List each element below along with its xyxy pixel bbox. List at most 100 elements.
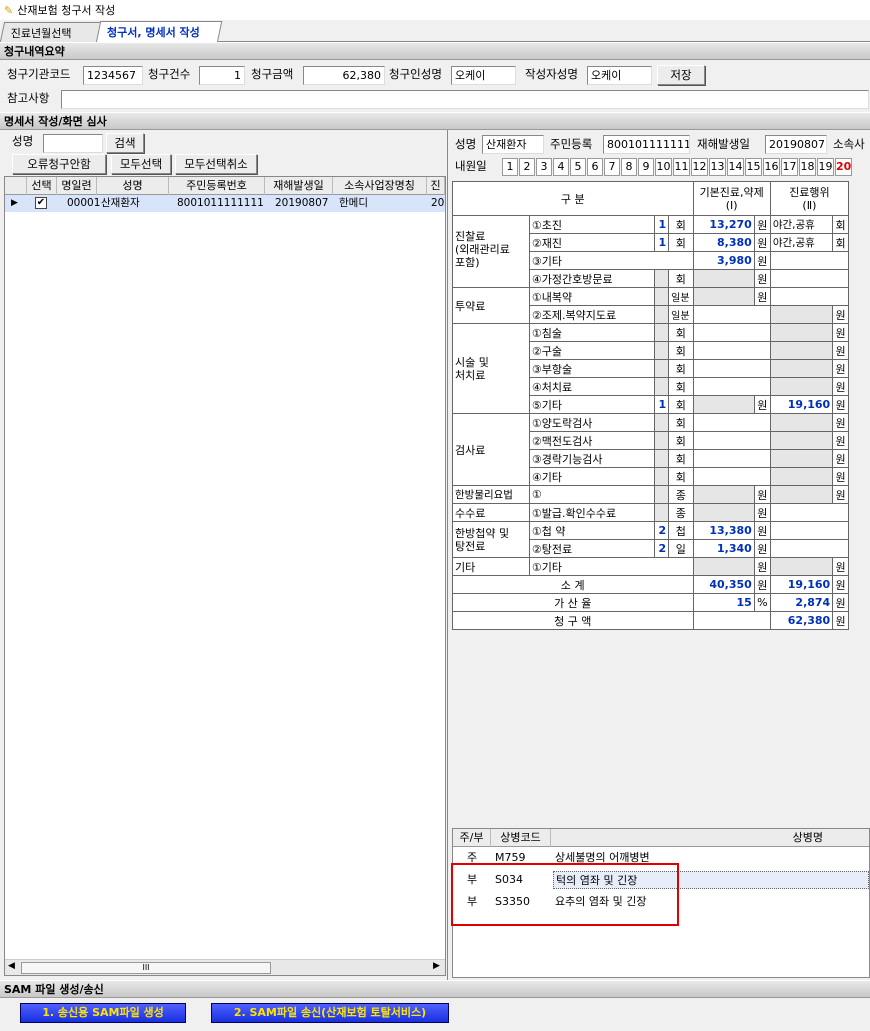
visit-day-tab[interactable]: 17 xyxy=(781,158,798,176)
sam-header: SAM 파일 생성/송신 xyxy=(0,980,870,998)
col-code[interactable]: 상병코드 xyxy=(491,829,551,847)
left-name-label: 성명 xyxy=(12,134,34,148)
visit-day-tab[interactable]: 18 xyxy=(799,158,816,176)
col-select[interactable]: 선택 xyxy=(27,177,57,195)
patient-grid: 선택 명일련 성명 주민등록번호 재해발생일 소속사업장명칭 진 ▶ ✔ 000… xyxy=(4,176,446,976)
writer-label: 작성자성명 xyxy=(525,67,578,81)
visit-day-tab[interactable]: 16 xyxy=(763,158,780,176)
visit-day-tab[interactable]: 10 xyxy=(655,158,672,176)
visit-day-tab[interactable]: 4 xyxy=(553,158,569,176)
val-jaejin[interactable]: 8,380 xyxy=(692,233,755,252)
hdr-act: 진료행위 (Ⅱ) xyxy=(769,181,850,216)
right-date-field[interactable]: 20190807 xyxy=(765,135,827,154)
col-extra[interactable]: 진 xyxy=(427,177,445,195)
visit-day-tab[interactable]: 15 xyxy=(745,158,762,176)
window-titlebar: ✎ 산재보험 청구서 작성 xyxy=(0,0,870,20)
visit-day-tab[interactable]: 8 xyxy=(621,158,637,176)
patient-row[interactable]: ▶ ✔ 00001 산재환자 8001011111111 20190807 한메… xyxy=(5,195,445,212)
select-all-button[interactable]: 모두선택 xyxy=(111,154,171,174)
visit-day-tab[interactable]: 1 xyxy=(502,158,518,176)
tab-claim-write[interactable]: 청구서, 명세서 작성 xyxy=(95,21,223,43)
val-subtotal1: 40,350 xyxy=(692,575,755,594)
row-pointer-icon: ▶ xyxy=(11,198,18,208)
horizontal-scrollbar[interactable]: ◀ III ▶ xyxy=(5,959,445,975)
col-company[interactable]: 소속사업장명칭 xyxy=(333,177,427,195)
grp-geomsa: 검사료 xyxy=(452,413,530,486)
visit-days-label: 내원일 xyxy=(455,159,487,173)
visit-day-tab[interactable]: 7 xyxy=(604,158,620,176)
no-error-claim-button[interactable]: 오류청구안함 xyxy=(12,154,106,174)
highlight-box xyxy=(451,863,679,926)
visit-day-tab[interactable]: 6 xyxy=(587,158,603,176)
visit-day-tab[interactable]: 20 xyxy=(835,158,852,176)
scroll-thumb[interactable]: III xyxy=(21,962,271,974)
val-gasan: 2,874 xyxy=(769,593,834,612)
hdr-category: 구 분 xyxy=(452,181,694,216)
inst-code-label: 청구기관코드 xyxy=(7,67,71,81)
grp-hanbang: 한방물리요법 xyxy=(452,485,530,504)
right-company-label: 소속사 xyxy=(833,137,865,151)
gasan-label: 가 산 율 xyxy=(452,593,694,612)
right-name-field[interactable]: 산재환자 xyxy=(482,135,544,154)
patient-grid-header: 선택 명일련 성명 주민등록번호 재해발생일 소속사업장명칭 진 xyxy=(5,177,445,195)
right-rrn-label: 주민등록 xyxy=(550,137,593,151)
visit-day-tab[interactable]: 5 xyxy=(570,158,586,176)
visit-day-tab[interactable]: 9 xyxy=(638,158,654,176)
tab-strip: 진료년월선택 청구서, 명세서 작성 xyxy=(0,20,870,43)
scroll-right-icon[interactable]: ▶ xyxy=(433,961,440,971)
claimant-field[interactable]: 오케이 xyxy=(451,66,516,85)
send-sam-button[interactable]: 2. SAM파일 송신(산재보험 토탈서비스) xyxy=(211,1003,449,1023)
save-button[interactable]: 저장 xyxy=(657,65,705,85)
val-gasan-rate[interactable]: 15 xyxy=(692,593,755,612)
summary-panel: 청구기관코드 1234567 청구건수 1 청구금액 62,380 청구인성명 … xyxy=(0,60,870,112)
deselect-all-button[interactable]: 모두선택취소 xyxy=(175,154,257,174)
visit-day-tab[interactable]: 19 xyxy=(817,158,834,176)
visit-day-tab[interactable]: 12 xyxy=(691,158,708,176)
val-etc[interactable]: 3,980 xyxy=(692,251,755,270)
col-rrn[interactable]: 주민등록번호 xyxy=(169,177,265,195)
inst-code-field[interactable]: 1234567 xyxy=(83,66,143,85)
val-total: 62,380 xyxy=(769,611,834,630)
claimant-label: 청구인성명 xyxy=(389,67,442,81)
generate-sam-button[interactable]: 1. 송신용 SAM파일 생성 xyxy=(20,1003,186,1023)
row-name: 산재환자 xyxy=(101,197,140,209)
col-date[interactable]: 재해발생일 xyxy=(265,177,333,195)
right-rrn-field[interactable]: 8001011111111 xyxy=(603,135,690,154)
row-date: 20190807 xyxy=(275,197,329,209)
note-field[interactable] xyxy=(61,90,869,109)
val-sisul-etc[interactable]: 19,160 xyxy=(769,395,834,414)
fee-table: 구 분 기본진료,약제 (Ⅰ) 진료행위 (Ⅱ) 진찰료 (외래관리료 포함) ①초진 1… xyxy=(452,181,850,630)
right-date-label: 재해발생일 xyxy=(697,137,750,151)
review-header: 명세서 작성/화면 심사 xyxy=(0,112,870,130)
visit-day-tab[interactable]: 11 xyxy=(673,158,690,176)
search-button[interactable]: 검색 xyxy=(106,133,144,153)
visit-day-tab[interactable]: 3 xyxy=(536,158,552,176)
visit-day-tab[interactable]: 13 xyxy=(709,158,726,176)
col-name[interactable]: 성명 xyxy=(97,177,169,195)
val-chojin[interactable]: 13,270 xyxy=(692,215,755,234)
row-checkbox[interactable]: ✔ xyxy=(35,197,47,209)
visit-day-tab[interactable]: 14 xyxy=(727,158,744,176)
val-tangjeon[interactable]: 1,340 xyxy=(692,539,755,558)
writer-field[interactable]: 오케이 xyxy=(587,66,652,85)
val-subtotal2: 19,160 xyxy=(769,575,834,594)
visit-day-tab[interactable]: 2 xyxy=(519,158,535,176)
tab-period-select[interactable]: 진료년월선택 xyxy=(0,22,105,42)
amount-field[interactable]: 62,380 xyxy=(303,66,385,85)
grp-sisul: 시술 및 처치료 xyxy=(452,323,530,414)
note-label: 참고사항 xyxy=(7,91,50,105)
count-field[interactable]: 1 xyxy=(199,66,245,85)
scroll-left-icon[interactable]: ◀ xyxy=(8,961,15,971)
diagnosis-grid-header: 주/부 상병코드 상병명 xyxy=(453,829,869,847)
col-serial[interactable]: 명일련 xyxy=(57,177,97,195)
left-panel: 성명 검색 오류청구안함 모두선택 모두선택취소 선택 명일련 성명 주민등록번… xyxy=(0,130,448,980)
hdr-basic: 기본진료,약제 (Ⅰ) xyxy=(692,181,771,216)
left-name-input[interactable] xyxy=(43,134,103,153)
col-diag-name[interactable]: 상병명 xyxy=(551,829,869,847)
row-extra: 20 xyxy=(431,197,445,209)
grp-susu: 수수료 xyxy=(452,503,530,522)
grp-cheop: 한방첩약 및 탕전료 xyxy=(452,521,530,558)
col-jubu[interactable]: 주/부 xyxy=(453,829,491,847)
row-company: 한메디 xyxy=(339,197,368,209)
val-cheop[interactable]: 13,380 xyxy=(692,521,755,540)
